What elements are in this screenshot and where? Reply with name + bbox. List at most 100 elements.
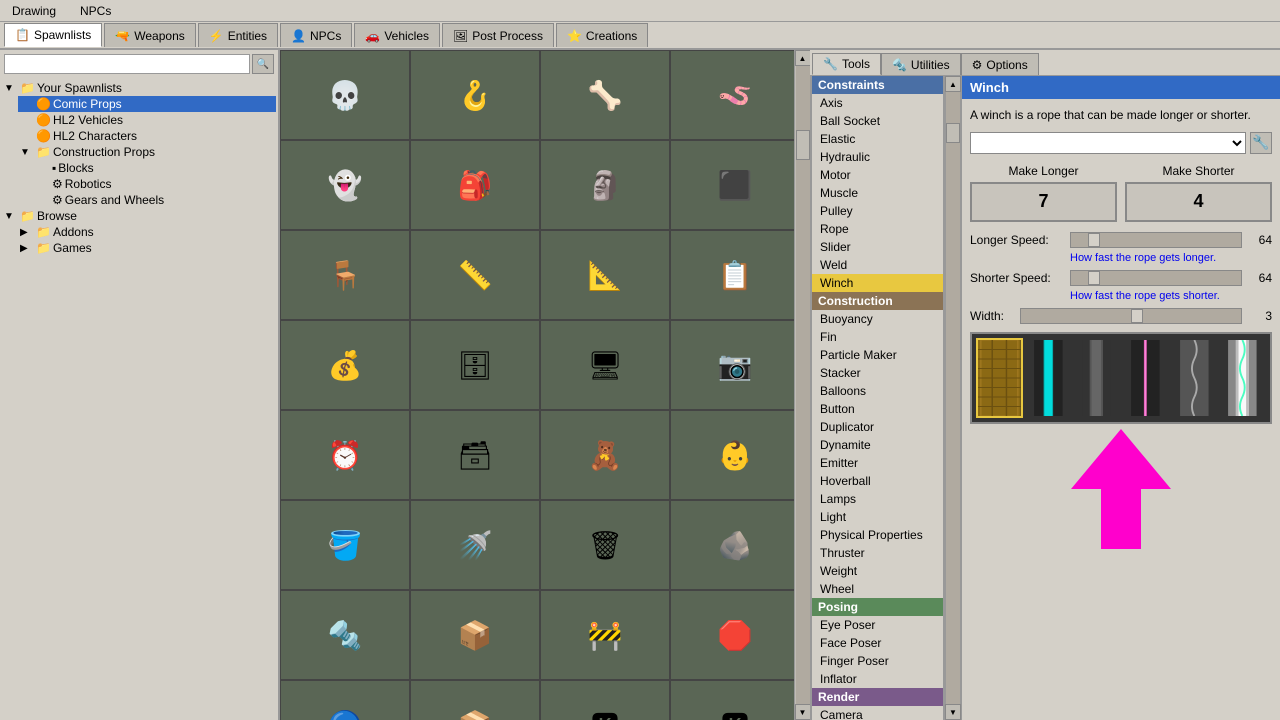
tab-creations[interactable]: ⭐ Creations: [556, 23, 648, 47]
list-item[interactable]: 🗿: [540, 140, 670, 230]
tool-muscle[interactable]: Muscle: [812, 184, 943, 202]
tree-item-spawnlists[interactable]: ▼ 📁 Your Spawnlists: [2, 80, 276, 96]
width-thumb[interactable]: [1131, 309, 1143, 323]
menu-drawing[interactable]: Drawing: [4, 2, 64, 20]
tree-item-comicprops[interactable]: 🟠 Comic Props: [18, 96, 276, 112]
tab-npcs[interactable]: 👤 NPCs: [280, 23, 352, 47]
tool-fingerposer[interactable]: Finger Poser: [812, 652, 943, 670]
list-item[interactable]: 🪣: [280, 500, 410, 590]
list-item[interactable]: 👶: [670, 410, 794, 500]
rope-preview-pink[interactable]: [1122, 338, 1169, 418]
list-item[interactable]: 📏: [410, 230, 540, 320]
tool-tab-tools[interactable]: 🔧 Tools: [812, 53, 881, 75]
tool-elastic[interactable]: Elastic: [812, 130, 943, 148]
list-item[interactable]: 🔵: [280, 680, 410, 720]
list-item[interactable]: 👻: [280, 140, 410, 230]
tree-item-constructionprops[interactable]: ▼ 📁 Construction Props: [18, 144, 276, 160]
tool-axis[interactable]: Axis: [812, 94, 943, 112]
rope-preview-dark[interactable]: [1073, 338, 1120, 418]
tool-slider[interactable]: Slider: [812, 238, 943, 256]
list-item[interactable]: 🖥: [540, 320, 670, 410]
longer-speed-thumb[interactable]: [1088, 233, 1100, 247]
list-item[interactable]: 🪨: [670, 500, 794, 590]
tools-scroll-track[interactable]: [946, 92, 960, 704]
list-item[interactable]: 🛑: [670, 590, 794, 680]
list-item[interactable]: ⬛: [670, 140, 794, 230]
tree-item-hl2vehicles[interactable]: 🟠 HL2 Vehicles: [18, 112, 276, 128]
tools-scroll-thumb[interactable]: [946, 123, 960, 143]
list-item[interactable]: 🪑: [280, 230, 410, 320]
search-input[interactable]: [4, 54, 250, 74]
scroll-track[interactable]: [796, 66, 810, 704]
list-item[interactable]: 📦: [410, 590, 540, 680]
scroll-up-button[interactable]: ▲: [795, 50, 811, 66]
rope-preview-chain[interactable]: [976, 338, 1023, 418]
tree-item-blocks[interactable]: ▪ Blocks: [34, 160, 276, 176]
tool-button[interactable]: Button: [812, 400, 943, 418]
tool-duplicator[interactable]: Duplicator: [812, 418, 943, 436]
tree-item-games[interactable]: ▶ 📁 Games: [18, 240, 276, 256]
tool-physicalprops[interactable]: Physical Properties: [812, 526, 943, 544]
tool-inflator[interactable]: Inflator: [812, 670, 943, 688]
tool-dynamite[interactable]: Dynamite: [812, 436, 943, 454]
tree-toggle-construction[interactable]: ▼: [20, 147, 34, 158]
tools-scroll-up[interactable]: ▲: [945, 76, 961, 92]
menu-npcs[interactable]: NPCs: [72, 2, 119, 20]
list-item[interactable]: 🪝: [410, 50, 540, 140]
tree-toggle-games[interactable]: ▶: [20, 243, 34, 254]
tool-tab-utilities[interactable]: 🔩 Utilities: [881, 53, 961, 75]
list-item[interactable]: 🦴: [540, 50, 670, 140]
winch-dropdown[interactable]: [970, 132, 1246, 154]
list-item[interactable]: 🗄: [410, 320, 540, 410]
list-item[interactable]: 💀: [280, 50, 410, 140]
tool-fin[interactable]: Fin: [812, 328, 943, 346]
list-item[interactable]: 🅺: [540, 680, 670, 720]
list-item[interactable]: 🚧: [540, 590, 670, 680]
tool-emitter[interactable]: Emitter: [812, 454, 943, 472]
tool-ballsocket[interactable]: Ball Socket: [812, 112, 943, 130]
tab-vehicles[interactable]: 🚗 Vehicles: [354, 23, 440, 47]
list-item[interactable]: 📐: [540, 230, 670, 320]
list-item[interactable]: 🅺: [670, 680, 794, 720]
rope-preview-beam[interactable]: [1025, 338, 1072, 418]
tool-rope[interactable]: Rope: [812, 220, 943, 238]
list-item[interactable]: 🧸: [540, 410, 670, 500]
shorter-speed-slider[interactable]: [1070, 270, 1242, 286]
tools-scroll-down[interactable]: ▼: [945, 704, 961, 720]
tab-weapons[interactable]: 🔫 Weapons: [104, 23, 195, 47]
width-slider[interactable]: [1020, 308, 1242, 324]
tool-hydraulic[interactable]: Hydraulic: [812, 148, 943, 166]
tool-faceposer[interactable]: Face Poser: [812, 634, 943, 652]
tool-pulley[interactable]: Pulley: [812, 202, 943, 220]
scroll-down-button[interactable]: ▼: [795, 704, 811, 720]
list-item[interactable]: 🎒: [410, 140, 540, 230]
make-longer-input[interactable]: 7: [970, 182, 1117, 222]
search-button[interactable]: 🔍: [252, 54, 274, 74]
tree-item-hl2chars[interactable]: 🟠 HL2 Characters: [18, 128, 276, 144]
tool-motor[interactable]: Motor: [812, 166, 943, 184]
tree-item-browse[interactable]: ▼ 📁 Browse: [2, 208, 276, 224]
tool-wheel[interactable]: Wheel: [812, 580, 943, 598]
tree-toggle-browse[interactable]: ▼: [4, 211, 18, 222]
scroll-thumb[interactable]: [796, 130, 810, 160]
tab-postprocess[interactable]: 🖼 Post Process: [442, 23, 554, 47]
tab-spawnlists[interactable]: 📋 Spawnlists: [4, 23, 102, 47]
tool-tab-options[interactable]: ⚙ Options: [961, 53, 1039, 75]
tool-light[interactable]: Light: [812, 508, 943, 526]
list-item[interactable]: 💰: [280, 320, 410, 410]
tree-toggle-spawnlists[interactable]: ▼: [4, 83, 18, 94]
tool-winch[interactable]: Winch: [812, 274, 943, 292]
longer-speed-slider[interactable]: [1070, 232, 1242, 248]
shorter-speed-thumb[interactable]: [1088, 271, 1100, 285]
tool-balloons[interactable]: Balloons: [812, 382, 943, 400]
wrench-button[interactable]: 🔧: [1250, 132, 1272, 154]
tool-camera[interactable]: Camera: [812, 706, 943, 720]
list-item[interactable]: 🪱: [670, 50, 794, 140]
tool-stacker[interactable]: Stacker: [812, 364, 943, 382]
tool-weld[interactable]: Weld: [812, 256, 943, 274]
tool-weight[interactable]: Weight: [812, 562, 943, 580]
list-item[interactable]: 🗑: [540, 500, 670, 590]
tool-thruster[interactable]: Thruster: [812, 544, 943, 562]
tool-buoyancy[interactable]: Buoyancy: [812, 310, 943, 328]
tree-toggle-addons[interactable]: ▶: [20, 227, 34, 238]
